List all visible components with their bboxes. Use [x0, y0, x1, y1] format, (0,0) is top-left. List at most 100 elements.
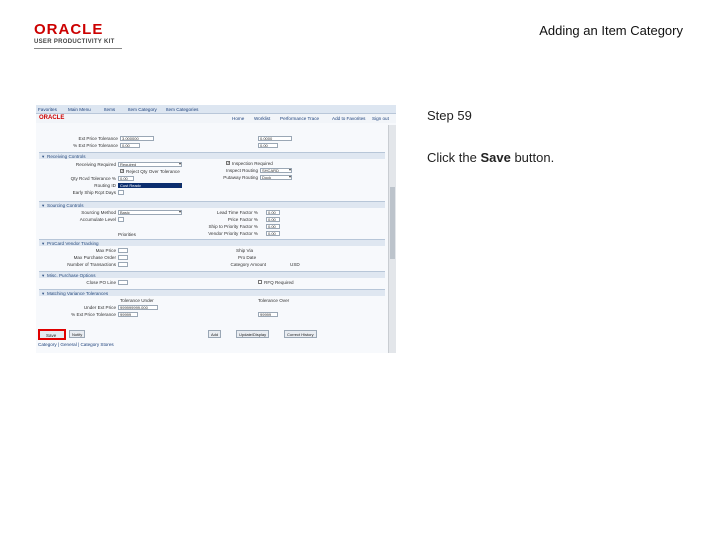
- match-pct-over-field[interactable]: 99999: [258, 312, 278, 317]
- inspection-required-checkbox[interactable]: [226, 160, 230, 165]
- price-factor-label: Price Factor %: [227, 217, 258, 222]
- close-po-line-field[interactable]: [118, 280, 128, 285]
- nav-home[interactable]: Home: [232, 116, 244, 121]
- step-instruction: Click the Save button.: [427, 150, 554, 165]
- max-po-label: Max Purchase Order: [73, 255, 116, 260]
- oracle-logo: ORACLE USER PRODUCTIVITY KIT: [34, 22, 126, 45]
- rfq-required-checkbox[interactable]: [258, 280, 262, 284]
- price-factor-field[interactable]: 0.00: [266, 217, 280, 222]
- sourcing-method-select[interactable]: Basic: [118, 210, 182, 215]
- early-ship-field[interactable]: [118, 190, 124, 195]
- early-ship-label: Early Ship Rcpt Days: [72, 190, 116, 195]
- number-transactions-field[interactable]: [118, 262, 128, 267]
- priorities-link[interactable]: Priorities: [118, 232, 136, 237]
- putaway-routing-label: Putaway Routing: [223, 175, 258, 180]
- correct-history-button[interactable]: Correct History: [284, 330, 317, 338]
- inspection-required-label: Inspection Required: [232, 161, 273, 166]
- lead-time-factor-field[interactable]: 0.00: [266, 210, 280, 215]
- breadcrumb-item[interactable]: Item Category: [128, 107, 157, 112]
- collapse-icon: ▾: [42, 203, 45, 208]
- breadcrumb-item[interactable]: Main Menu: [68, 107, 91, 112]
- app-header: Home Worklist Performance Trace Add to F…: [36, 114, 396, 123]
- receiving-required-label: Receiving Required: [75, 162, 116, 167]
- add-button[interactable]: Add: [208, 330, 222, 338]
- breadcrumb-item[interactable]: Item Categories: [166, 107, 198, 112]
- reject-qty-label: Reject Qty Over Tolerance: [126, 169, 180, 174]
- footer-links[interactable]: Category | General | Category Stores: [38, 342, 114, 347]
- match-pct-field[interactable]: 99999: [118, 312, 138, 317]
- lead-time-factor-label: Lead Time Factor %: [216, 210, 258, 215]
- reject-qty-checkbox[interactable]: [120, 168, 124, 173]
- routing-id-label: Routing ID: [94, 183, 116, 188]
- nav-sign-out[interactable]: Sign out: [372, 116, 389, 121]
- logo-wordmark: ORACLE: [34, 21, 104, 38]
- receiving-required-select[interactable]: Required: [118, 162, 182, 167]
- section-procard[interactable]: ▾ ProCard Vendor Tracking: [39, 239, 385, 246]
- accumulate-level-label: Accumulate Level: [79, 217, 116, 222]
- page-title: Adding an Item Category: [539, 23, 683, 38]
- save-button-label: Save: [46, 333, 57, 338]
- match-pct-label: % Ext Price Tolerance: [71, 312, 116, 317]
- nav-performance-trace[interactable]: Performance Trace: [280, 116, 319, 121]
- instruction-suffix: button.: [510, 150, 555, 165]
- application-screenshot: Favorites Main Menu Items Item Category …: [36, 105, 396, 353]
- breadcrumb-item[interactable]: Items: [104, 107, 115, 112]
- section-sourcing-controls[interactable]: ▾ Sourcing Controls: [39, 201, 385, 208]
- logo-divider: [34, 48, 122, 49]
- sourcing-method-label: Sourcing Method: [81, 210, 116, 215]
- ext-price-tolerance-label: Ext Price Tolerance: [78, 136, 119, 141]
- section-matching-variance[interactable]: ▾ Matching Variance Tolerances: [39, 289, 385, 296]
- max-price-label: Max Price: [95, 248, 116, 253]
- app-logo: ORACLE: [39, 115, 65, 121]
- inspect-routing-select[interactable]: SHCARD: [260, 168, 292, 173]
- pct-ext-price-label: % Ext Price Tolerance: [73, 143, 118, 148]
- logo-subtitle: USER PRODUCTIVITY KIT: [34, 39, 115, 45]
- ext-price-tolerance-field[interactable]: 3.000000: [120, 136, 154, 141]
- section-title: ProCard Vendor Tracking: [47, 241, 99, 246]
- section-misc-purchase-options[interactable]: ▾ Misc. Purchase Options: [39, 271, 385, 278]
- pct-ext-price-over-field[interactable]: 0.00: [258, 143, 278, 148]
- close-po-line-label: Close PO Line: [86, 280, 116, 285]
- routing-id-select[interactable]: Cust Ready: [118, 183, 182, 188]
- section-title: Receiving Controls: [47, 154, 86, 159]
- instruction-target: Save: [480, 150, 511, 165]
- putaway-routing-select[interactable]: Dock: [260, 175, 292, 180]
- vendor-priority-field[interactable]: 0.00: [266, 231, 280, 236]
- breadcrumb-item[interactable]: Favorites: [38, 107, 57, 112]
- ship-to-priority-field[interactable]: 0.00: [266, 224, 280, 229]
- rfq-required-label: RFQ Required: [264, 280, 294, 285]
- collapse-icon: ▾: [42, 291, 45, 296]
- collapse-icon: ▾: [42, 273, 45, 278]
- under-ext-price-label: Under Ext Price: [83, 305, 116, 310]
- pct-ext-price-field[interactable]: 0.00: [120, 143, 140, 148]
- section-receiving-controls[interactable]: ▾ Receiving Controls: [39, 152, 385, 159]
- category-currency: USD: [290, 262, 300, 267]
- number-transactions-label: Number of Transactions: [67, 262, 116, 267]
- collapse-icon: ▾: [42, 154, 45, 159]
- update-display-button[interactable]: Update/Display: [236, 330, 270, 338]
- qty-rcvd-tolerance-field[interactable]: 0.00: [118, 176, 134, 181]
- nav-worklist[interactable]: Worklist: [254, 116, 270, 121]
- tolerance-under-header: Tolerance Under: [120, 298, 154, 303]
- step-number: Step 59: [427, 108, 472, 123]
- collapse-icon: ▾: [42, 241, 45, 246]
- notify-button[interactable]: Notify: [69, 330, 86, 338]
- save-button[interactable]: Save: [38, 329, 66, 340]
- max-po-field[interactable]: [118, 255, 128, 260]
- ext-price-tolerance-over-field[interactable]: 0.0000: [258, 136, 292, 141]
- pro-date-label: Pro Date: [238, 255, 257, 260]
- vertical-scrollbar[interactable]: [388, 125, 396, 353]
- scrollbar-thumb[interactable]: [390, 187, 395, 259]
- instruction-prefix: Click the: [427, 150, 481, 165]
- tolerance-over-header: Tolerance Over: [258, 298, 290, 303]
- section-title: Misc. Purchase Options: [47, 273, 96, 278]
- nav-add-favorites[interactable]: Add to Favorites: [332, 116, 365, 121]
- inspect-routing-label: Inspect Routing: [226, 168, 258, 173]
- ship-to-priority-label: Ship to Priority Factor %: [208, 224, 258, 229]
- qty-rcvd-tolerance-label: Qty Rcvd Tolerance %: [70, 176, 116, 181]
- ship-via-label: Ship Via: [236, 248, 254, 253]
- accumulate-level-field[interactable]: [118, 217, 124, 222]
- under-ext-price-field[interactable]: 999999999.000: [118, 305, 158, 310]
- max-price-field[interactable]: [118, 248, 128, 253]
- section-title: Matching Variance Tolerances: [47, 291, 109, 296]
